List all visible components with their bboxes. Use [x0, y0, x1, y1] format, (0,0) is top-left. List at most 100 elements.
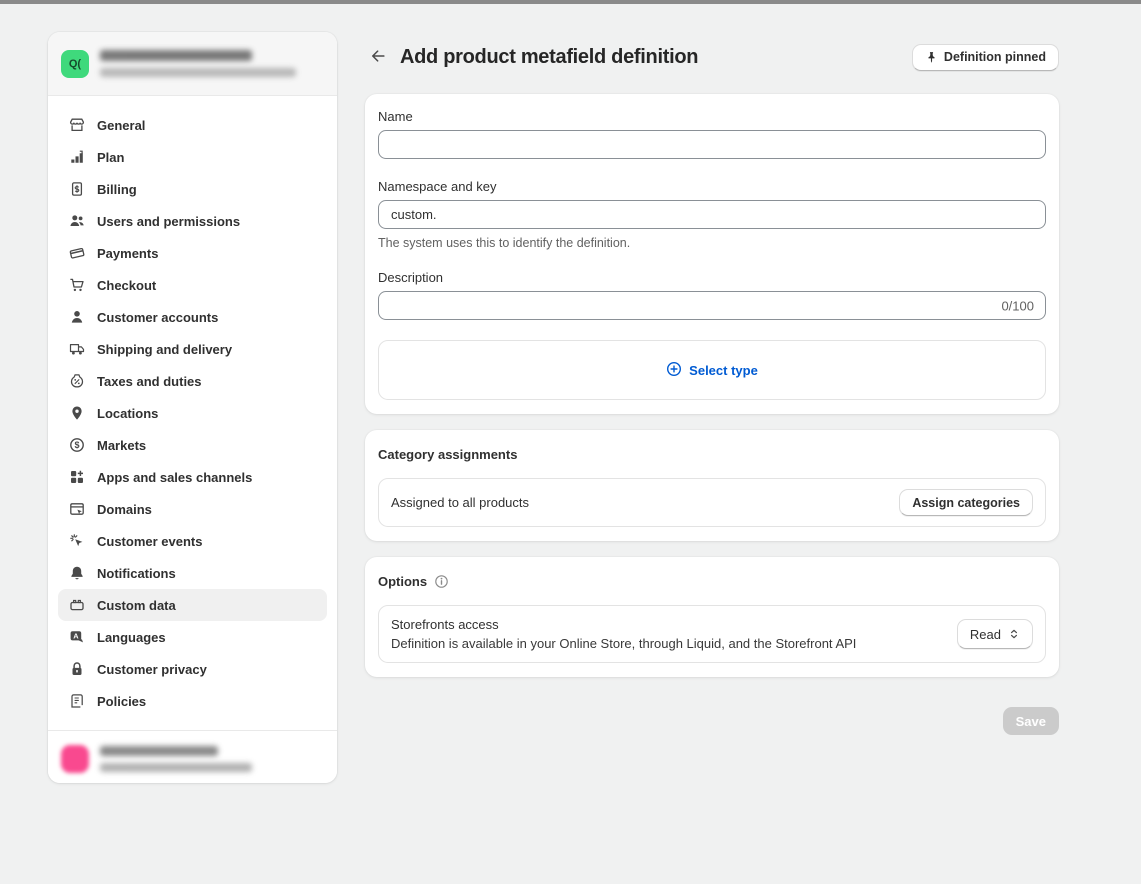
- svg-text:$: $: [74, 440, 79, 450]
- browser-chrome-strip: [0, 0, 1141, 4]
- sidebar-item-label: Locations: [97, 406, 158, 421]
- sidebar-item-label: Customer privacy: [97, 662, 207, 677]
- store-icon: [69, 117, 85, 133]
- storefronts-access-description: Definition is available in your Online S…: [391, 636, 856, 651]
- options-card: Options Storefronts access Definition is…: [365, 557, 1059, 677]
- select-chevrons-icon: [1008, 628, 1020, 640]
- sidebar-item-customer-events[interactable]: Customer events: [58, 525, 327, 557]
- sidebar-item-label: Customer events: [97, 534, 202, 549]
- sidebar-item-apps-and-sales-channels[interactable]: Apps and sales channels: [58, 461, 327, 493]
- sidebar-item-label: Users and permissions: [97, 214, 240, 229]
- sidebar-item-label: Apps and sales channels: [97, 470, 252, 485]
- sidebar-item-label: General: [97, 118, 145, 133]
- sidebar-item-billing[interactable]: Billing: [58, 173, 327, 205]
- sidebar-item-label: Languages: [97, 630, 166, 645]
- customer-events-icon: [69, 533, 85, 549]
- sidebar-item-languages[interactable]: A Languages: [58, 621, 327, 653]
- definition-form-card: Name Namespace and key The system uses t…: [365, 94, 1059, 414]
- back-button[interactable]: [365, 44, 391, 70]
- sidebar-item-customer-privacy[interactable]: Customer privacy: [58, 653, 327, 685]
- namespace-label: Namespace and key: [378, 179, 1046, 194]
- sidebar-item-shipping-and-delivery[interactable]: Shipping and delivery: [58, 333, 327, 365]
- custom-data-icon: [69, 597, 85, 613]
- info-icon[interactable]: [434, 574, 449, 589]
- user-name-redacted: [100, 746, 218, 756]
- billing-icon: [69, 181, 85, 197]
- name-field: Name: [378, 109, 1046, 159]
- user-info: [100, 746, 252, 772]
- definition-pinned-button[interactable]: Definition pinned: [912, 44, 1059, 71]
- category-assignment-row: Assigned to all products Assign categori…: [378, 478, 1046, 527]
- namespace-help-text: The system uses this to identify the def…: [378, 236, 1046, 250]
- sidebar-item-payments[interactable]: Payments: [58, 237, 327, 269]
- sidebar-item-label: Markets: [97, 438, 146, 453]
- user-account-row[interactable]: [48, 730, 337, 783]
- settings-nav: General Plan Billing Users and permissions P…: [48, 96, 337, 730]
- sidebar-item-plan[interactable]: Plan: [58, 141, 327, 173]
- category-assignment-status: Assigned to all products: [391, 495, 529, 510]
- select-type-label: Select type: [689, 363, 758, 378]
- sidebar-item-label: Plan: [97, 150, 124, 165]
- sidebar-item-label: Domains: [97, 502, 152, 517]
- pin-icon: [925, 51, 938, 64]
- sidebar-item-label: Taxes and duties: [97, 374, 202, 389]
- store-switcher[interactable]: Q(: [48, 32, 337, 96]
- namespace-input[interactable]: [378, 200, 1046, 229]
- settings-sidebar: Q( General Plan Billing Users and permissio…: [48, 32, 337, 783]
- shipping-icon: [69, 341, 85, 357]
- storefronts-access-title: Storefronts access: [391, 617, 856, 632]
- sidebar-item-label: Billing: [97, 182, 137, 197]
- sidebar-item-label: Notifications: [97, 566, 176, 581]
- namespace-field: Namespace and key The system uses this t…: [378, 179, 1046, 250]
- storefronts-access-select[interactable]: Read: [957, 619, 1033, 649]
- notifications-icon: [69, 565, 85, 581]
- store-url-redacted: [100, 68, 296, 77]
- sidebar-item-label: Customer accounts: [97, 310, 218, 325]
- user-avatar: [61, 745, 89, 773]
- store-name-redacted: [100, 50, 252, 61]
- assign-categories-button[interactable]: Assign categories: [899, 489, 1033, 516]
- sidebar-item-notifications[interactable]: Notifications: [58, 557, 327, 589]
- pinned-button-label: Definition pinned: [944, 50, 1046, 64]
- sidebar-item-custom-data[interactable]: Custom data: [58, 589, 327, 621]
- store-avatar: Q(: [61, 50, 89, 78]
- sidebar-item-checkout[interactable]: Checkout: [58, 269, 327, 301]
- markets-icon: $: [69, 437, 85, 453]
- options-header: Options: [378, 574, 1046, 589]
- back-arrow-icon: [369, 47, 387, 68]
- languages-icon: A: [69, 629, 85, 645]
- category-assignments-card: Category assignments Assigned to all pro…: [365, 430, 1059, 541]
- sidebar-item-label: Custom data: [97, 598, 176, 613]
- main-content: Add product metafield definition Definit…: [365, 43, 1059, 735]
- customer-privacy-icon: [69, 661, 85, 677]
- checkout-icon: [69, 277, 85, 293]
- save-button[interactable]: Save: [1003, 707, 1059, 735]
- storefronts-access-text: Storefronts access Definition is availab…: [391, 617, 856, 651]
- sidebar-item-taxes-and-duties[interactable]: Taxes and duties: [58, 365, 327, 397]
- sidebar-item-users-and-permissions[interactable]: Users and permissions: [58, 205, 327, 237]
- description-input[interactable]: [378, 291, 1046, 320]
- sidebar-item-label: Checkout: [97, 278, 156, 293]
- plus-circle-icon: [666, 361, 682, 380]
- sidebar-item-general[interactable]: General: [58, 109, 327, 141]
- storefronts-access-row: Storefronts access Definition is availab…: [378, 605, 1046, 663]
- taxes-icon: [69, 373, 85, 389]
- sidebar-item-domains[interactable]: Domains: [58, 493, 327, 525]
- storefronts-access-value: Read: [970, 627, 1001, 642]
- sidebar-item-markets[interactable]: $ Markets: [58, 429, 327, 461]
- svg-text:A: A: [73, 631, 79, 640]
- customer-accounts-icon: [69, 309, 85, 325]
- plan-icon: [69, 149, 85, 165]
- store-info: [100, 50, 296, 77]
- sidebar-item-customer-accounts[interactable]: Customer accounts: [58, 301, 327, 333]
- select-type-button[interactable]: Select type: [378, 340, 1046, 400]
- description-field: Description 0/100: [378, 270, 1046, 320]
- sidebar-item-label: Payments: [97, 246, 158, 261]
- user-email-redacted: [100, 763, 252, 772]
- locations-icon: [69, 405, 85, 421]
- name-input[interactable]: [378, 130, 1046, 159]
- sidebar-item-label: Policies: [97, 694, 146, 709]
- sidebar-item-locations[interactable]: Locations: [58, 397, 327, 429]
- save-row: Save: [365, 707, 1059, 735]
- sidebar-item-policies[interactable]: Policies: [58, 685, 327, 717]
